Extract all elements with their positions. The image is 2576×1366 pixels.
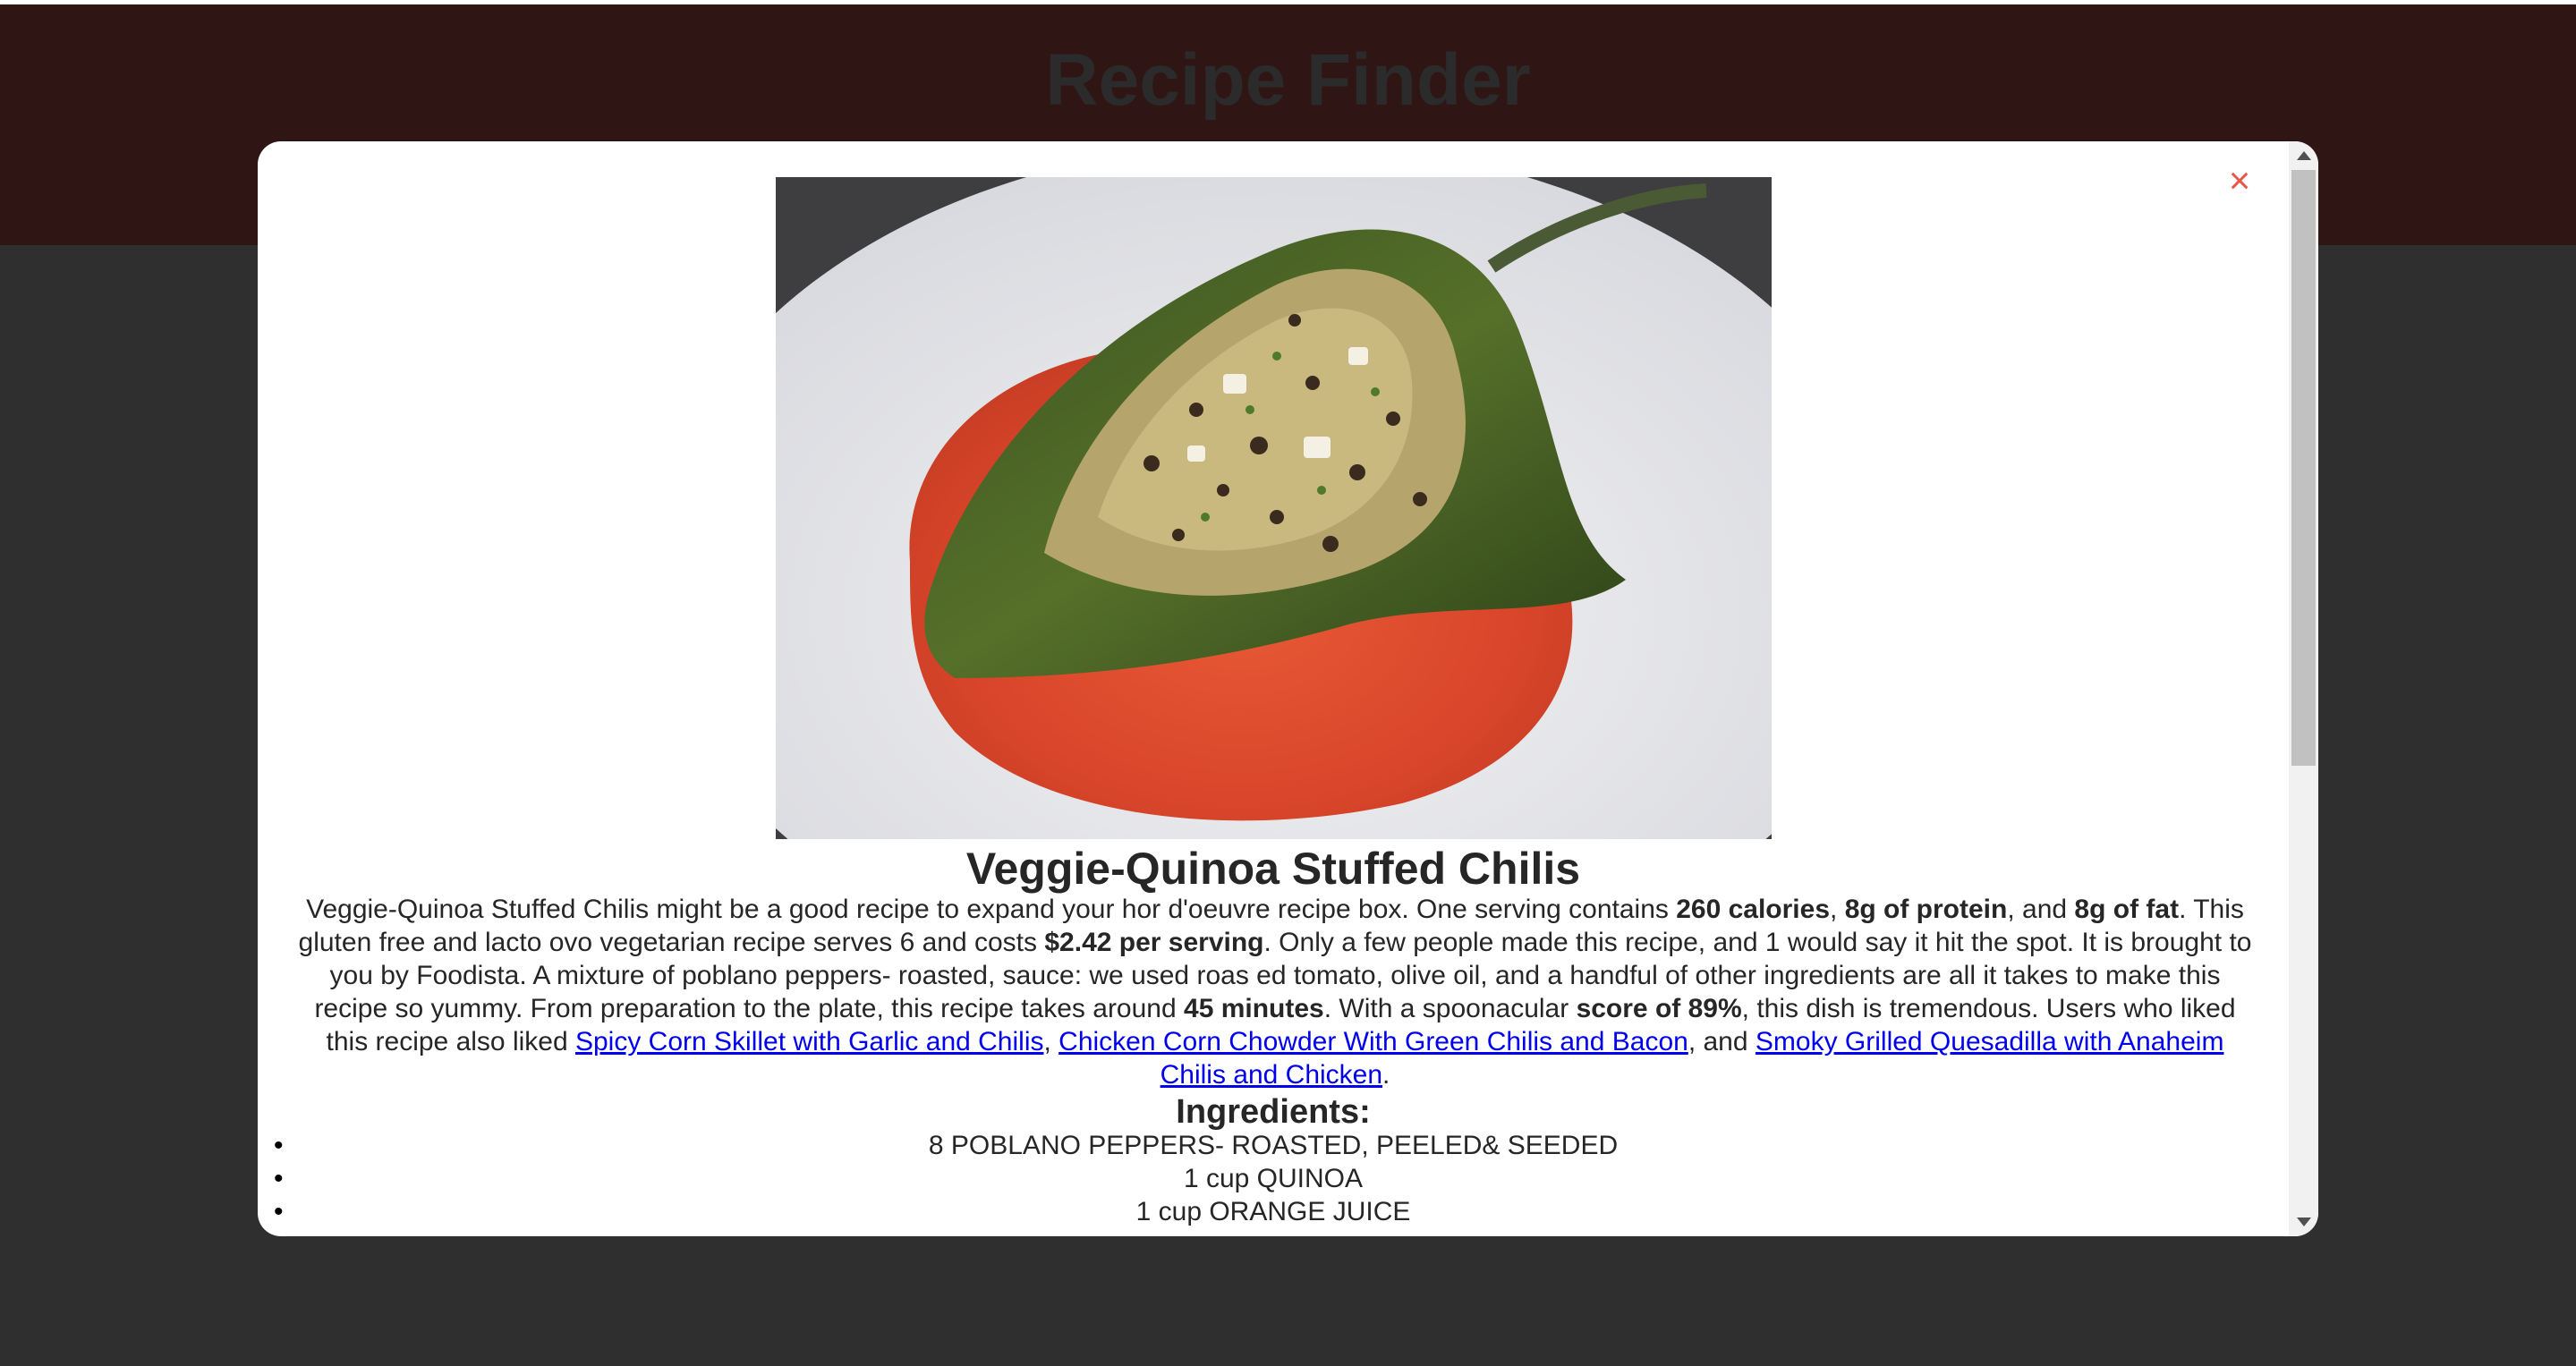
related-recipe-link-1[interactable]: Spicy Corn Skillet with Garlic and Chili…: [575, 1027, 1044, 1056]
ingredient-item: • 1 cup QUINOA: [258, 1162, 2289, 1195]
summary-text: Veggie-Quinoa Stuffed Chilis might be a …: [306, 895, 1677, 924]
recipe-image: [776, 177, 1772, 839]
bullet-icon: •: [274, 1164, 284, 1193]
stuffed-pepper-image: [776, 177, 1772, 839]
ingredients-heading: Ingredients:: [1176, 1093, 1371, 1131]
summary-text: . With a spoonacular: [1323, 994, 1577, 1023]
summary-text: , and: [2007, 895, 2075, 924]
recipe-title: Veggie-Quinoa Stuffed Chilis: [965, 844, 1581, 894]
arrow-up-icon: [2296, 151, 2311, 160]
summary-text: ,: [1043, 1027, 1059, 1056]
summary-text: ,: [1830, 895, 1845, 924]
protein-value: 8g of protein: [1844, 895, 2008, 924]
scroll-thumb[interactable]: [2291, 170, 2316, 766]
ingredient-list: • 8 POBLANO PEPPERS- ROASTED, PEELED& SE…: [258, 1129, 2289, 1228]
modal-scrollbar[interactable]: [2289, 141, 2318, 1236]
bullet-icon: •: [274, 1131, 284, 1160]
ingredient-text: 1 cup QUINOA: [1183, 1164, 1364, 1193]
fat-value: 8g of fat: [2074, 895, 2180, 924]
ingredient-item: • 1 cup ORANGE JUICE: [258, 1195, 2289, 1228]
scroll-down-button[interactable]: [2289, 1208, 2318, 1236]
recipe-modal: × Veggie-Quinoa Stuffed Chilis Veggie-Qu…: [258, 141, 2318, 1236]
modal-content: × Veggie-Quinoa Stuffed Chilis Veggie-Qu…: [258, 141, 2289, 1236]
score-value: score of 89%: [1576, 994, 1742, 1023]
close-button[interactable]: ×: [2220, 161, 2259, 200]
calories-value: 260 calories: [1676, 895, 1831, 924]
arrow-down-icon: [2296, 1218, 2311, 1226]
recipe-summary: Veggie-Quinoa Stuffed Chilis might be a …: [295, 893, 2255, 1091]
time-value: 45 minutes: [1184, 994, 1324, 1023]
bullet-icon: •: [274, 1197, 284, 1226]
ingredient-text: 8 POBLANO PEPPERS- ROASTED, PEELED& SEED…: [928, 1131, 1619, 1160]
summary-text: .: [1382, 1060, 1390, 1090]
ingredient-text: 1 cup ORANGE JUICE: [1135, 1197, 1411, 1226]
related-recipe-link-2[interactable]: Chicken Corn Chowder With Green Chilis a…: [1058, 1027, 1688, 1056]
scroll-up-button[interactable]: [2289, 141, 2318, 170]
app-title: Recipe Finder: [1045, 39, 1531, 121]
cost-value: $2.42 per serving: [1044, 928, 1264, 957]
summary-text: , and: [1688, 1027, 1756, 1056]
ingredient-item: • 8 POBLANO PEPPERS- ROASTED, PEELED& SE…: [258, 1129, 2289, 1162]
